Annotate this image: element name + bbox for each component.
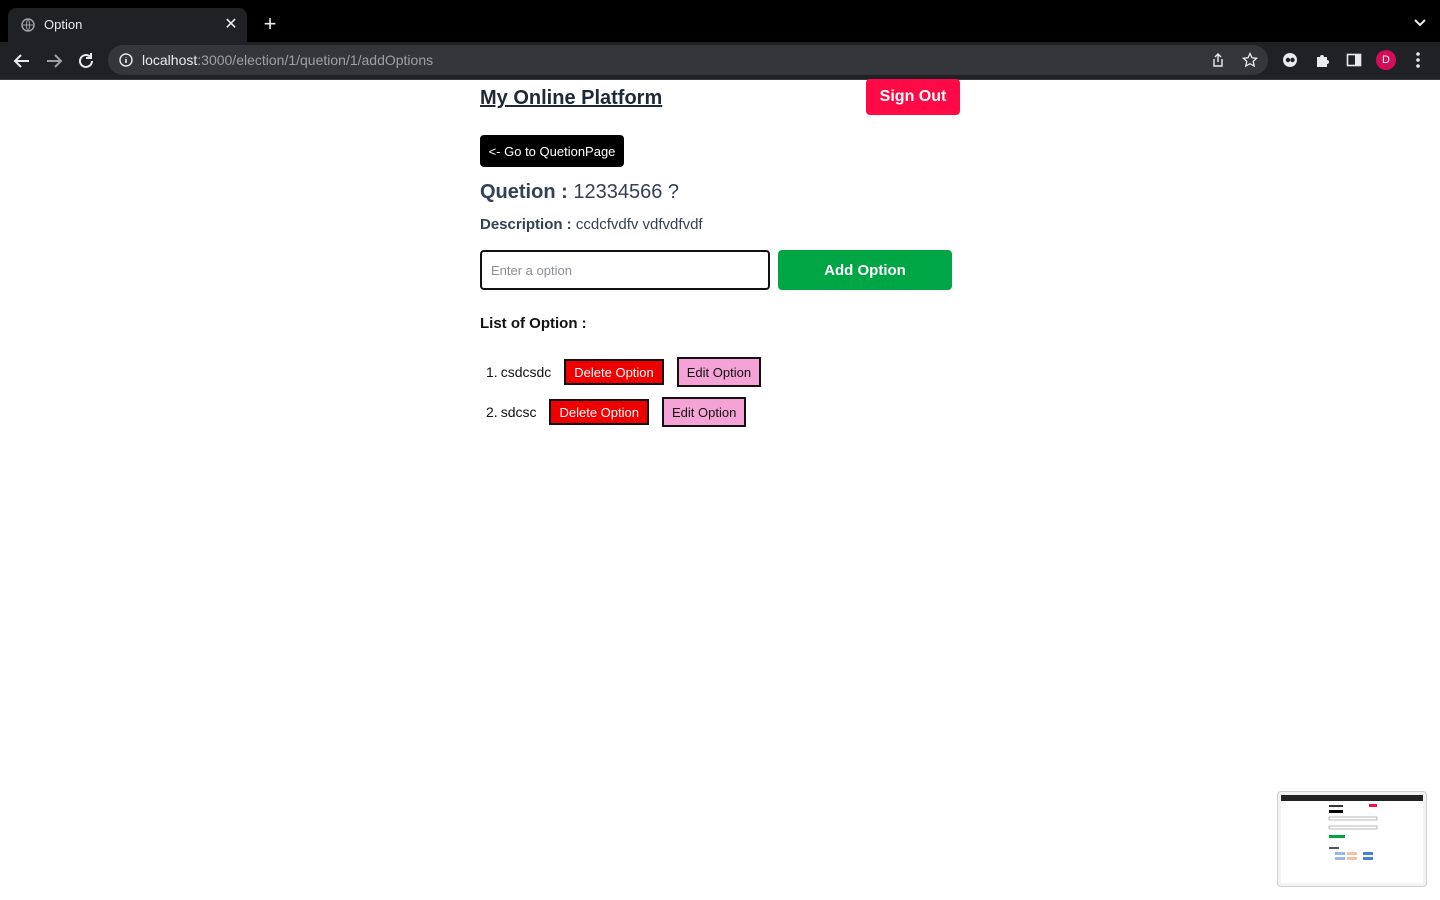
option-list: 1. csdcsdc Delete Option Edit Option 2. … (480, 357, 762, 437)
browser-tab[interactable]: Option ✕ (8, 8, 247, 42)
share-icon[interactable] (1210, 52, 1226, 68)
list-item: 2. sdcsc Delete Option Edit Option (480, 397, 761, 427)
option-number: 1. (486, 364, 498, 380)
thumbnail-graphic (1281, 795, 1423, 860)
side-panel-icon[interactable] (1346, 52, 1362, 68)
option-number: 2. (486, 404, 498, 420)
go-to-question-page-button[interactable]: <- Go to QuetionPage (480, 135, 624, 167)
edit-option-button[interactable]: Edit Option (661, 397, 747, 427)
browser-tab-strip: Option ✕ + (0, 0, 1440, 42)
screenshot-preview-thumbnail[interactable] (1277, 791, 1427, 887)
info-icon[interactable] (119, 53, 133, 67)
edit-option-button[interactable]: Edit Option (676, 357, 762, 387)
back-arrow-icon[interactable] (12, 51, 32, 71)
question-title: Quetion : 12334566 ? (480, 181, 679, 204)
site-brand-link[interactable]: My Online Platform (480, 87, 662, 110)
extension-circle-icon[interactable] (1282, 52, 1298, 68)
browser-toolbar: localhost:3000/election/1/quetion/1/addO… (0, 42, 1440, 80)
sign-out-button[interactable]: Sign Out (866, 79, 960, 115)
list-item: 1. csdcsdc Delete Option Edit Option (480, 357, 762, 387)
reload-icon[interactable] (76, 51, 96, 71)
delete-option-button[interactable]: Delete Option (564, 359, 664, 385)
question-description: Description : ccdcfvdfv vdfvdfvdf (480, 216, 703, 233)
thumbnail-image (1281, 795, 1423, 883)
description-label: Description : (480, 216, 576, 233)
url-text[interactable]: localhost:3000/election/1/quetion/1/addO… (142, 52, 433, 68)
globe-icon (21, 18, 35, 32)
delete-option-button[interactable]: Delete Option (549, 399, 649, 425)
description-text: ccdcfvdfv vdfvdfvdf (575, 216, 703, 233)
forward-arrow-icon[interactable] (44, 51, 64, 71)
option-input[interactable] (480, 250, 770, 290)
question-label: Quetion : (480, 181, 574, 203)
page-content: My Online Platform Sign Out <- Go to Que… (0, 79, 1440, 900)
chevron-down-icon[interactable] (1412, 14, 1428, 30)
tab-title: Option (44, 17, 83, 32)
profile-avatar[interactable]: D (1376, 50, 1396, 70)
star-icon[interactable] (1242, 52, 1258, 68)
close-tab-icon[interactable]: ✕ (223, 17, 239, 33)
puzzle-icon[interactable] (1314, 52, 1330, 68)
option-list-heading: List of Option : (480, 315, 587, 332)
address-bar[interactable]: localhost:3000/election/1/quetion/1/addO… (108, 45, 1268, 75)
option-text: csdcsdc (500, 364, 552, 380)
question-text: 12334566 ? (573, 181, 679, 203)
more-menu-icon[interactable] (1410, 51, 1426, 69)
option-text: sdcsc (500, 404, 537, 420)
add-option-button[interactable]: Add Option (778, 250, 952, 290)
new-tab-icon[interactable]: + (258, 12, 282, 36)
